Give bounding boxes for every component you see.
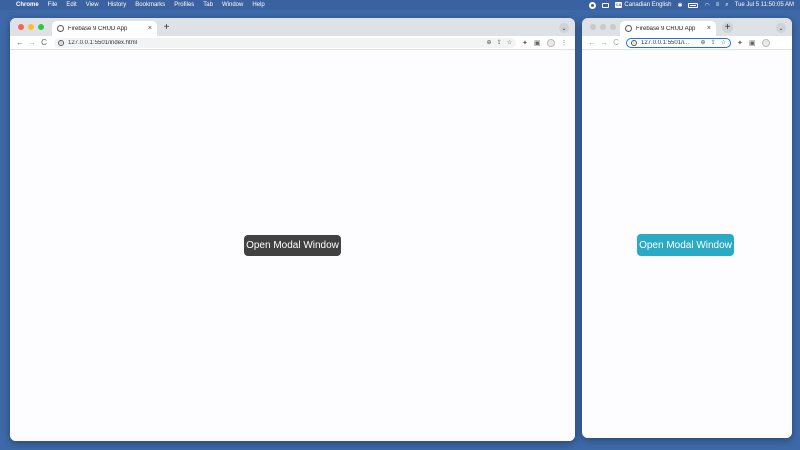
side-panel-icon[interactable]: ▣: [534, 39, 541, 47]
page-viewport: Open Modal Window: [582, 50, 792, 438]
tab-strip: Firebase 9 CRUD App × + ⌄: [582, 18, 792, 36]
side-panel-icon[interactable]: ▣: [749, 39, 756, 47]
browser-window-right: Firebase 9 CRUD App × + ⌄ ← → C i 127.0.…: [582, 18, 792, 438]
keyboard-layout-label: Canadian English: [624, 2, 672, 8]
site-info-icon[interactable]: i: [58, 39, 64, 46]
menu-bar-clock[interactable]: Tue Jul 5 11:50:05 AM: [735, 2, 794, 8]
page-viewport: Open Modal Window: [10, 50, 575, 441]
menu-window[interactable]: Window: [222, 2, 243, 8]
url-text[interactable]: 127.0.0.1:5501/i...: [641, 40, 696, 46]
spotlight-search-icon[interactable]: ⌕: [725, 2, 728, 9]
site-info-icon[interactable]: i: [631, 39, 637, 46]
profile-avatar[interactable]: [761, 38, 770, 47]
forward-button[interactable]: →: [26, 38, 38, 47]
tab-title: Firebase 9 CRUD App: [636, 25, 696, 32]
address-bar[interactable]: i 127.0.0.1:5501/index.html ⊕ ⇪ ☆: [54, 37, 516, 48]
bookmark-star-icon[interactable]: ☆: [507, 39, 512, 46]
keyboard-layout-badge: CA: [614, 2, 623, 8]
menu-profiles[interactable]: Profiles: [174, 2, 194, 8]
minimize-window-button[interactable]: [28, 24, 34, 30]
wifi-icon[interactable]: ◠: [704, 2, 709, 9]
menu-chrome[interactable]: Chrome: [16, 2, 39, 8]
menu-view[interactable]: View: [86, 2, 99, 8]
macos-menu-bar: Chrome File Edit View History Bookmarks …: [0, 0, 800, 10]
menu-edit[interactable]: Edit: [66, 2, 76, 8]
new-tab-button[interactable]: +: [161, 22, 172, 33]
menu-bar-status-area: CA Canadian English ✱ ◠ ≡ ⌕ Tue Jul 5 11:…: [588, 0, 794, 10]
profile-avatar[interactable]: [546, 38, 555, 47]
zoom-icon[interactable]: ⊕: [701, 39, 706, 46]
close-window-button[interactable]: [590, 24, 596, 30]
back-button[interactable]: ←: [586, 38, 598, 47]
globe-icon: [57, 25, 64, 32]
back-button[interactable]: ←: [14, 38, 26, 47]
globe-icon: [625, 25, 632, 32]
forward-button[interactable]: →: [598, 38, 610, 47]
window-controls: [18, 24, 44, 30]
browser-window-left: Firebase 9 CRUD App × + ⌄ ← → C i 127.0.…: [10, 18, 575, 441]
menu-help[interactable]: Help: [252, 2, 264, 8]
reload-button[interactable]: C: [38, 38, 50, 47]
menu-tab[interactable]: Tab: [203, 2, 213, 8]
share-icon[interactable]: ⇪: [497, 39, 502, 46]
captions-icon[interactable]: [601, 2, 609, 8]
menu-bookmarks[interactable]: Bookmarks: [135, 2, 165, 8]
close-tab-icon[interactable]: ×: [707, 25, 711, 32]
screen-record-icon[interactable]: [588, 1, 596, 9]
zoom-icon[interactable]: ⊕: [487, 39, 492, 46]
zoom-window-button[interactable]: [610, 24, 616, 30]
url-text[interactable]: 127.0.0.1:5501/index.html: [68, 40, 482, 46]
bookmark-star-icon[interactable]: ☆: [721, 39, 726, 46]
battery-icon[interactable]: [688, 2, 699, 8]
bluetooth-icon[interactable]: ✱: [677, 2, 682, 9]
tab-search-button[interactable]: ⌄: [776, 23, 786, 33]
extensions-icon[interactable]: ✦: [737, 39, 743, 47]
open-modal-button[interactable]: Open Modal Window: [637, 234, 734, 256]
tab-strip: Firebase 9 CRUD App × + ⌄: [10, 18, 575, 36]
keyboard-input-menu[interactable]: CA Canadian English: [614, 2, 672, 8]
reload-button[interactable]: C: [610, 38, 622, 47]
more-menu-icon[interactable]: ⋮: [561, 39, 568, 47]
control-center-icon[interactable]: ≡: [716, 2, 720, 8]
address-bar[interactable]: i 127.0.0.1:5501/i... ⊕ ⇪ ☆: [626, 37, 731, 48]
tab-title: Firebase 9 CRUD App: [68, 25, 128, 32]
menu-history[interactable]: History: [108, 2, 127, 8]
browser-tab[interactable]: Firebase 9 CRUD App ×: [620, 21, 716, 36]
browser-tab[interactable]: Firebase 9 CRUD App ×: [52, 21, 157, 36]
browser-toolbar: ← → C i 127.0.0.1:5501/index.html ⊕ ⇪ ☆ …: [10, 36, 575, 50]
window-controls: [590, 24, 616, 30]
tab-search-button[interactable]: ⌄: [559, 23, 569, 33]
open-modal-button[interactable]: Open Modal Window: [244, 235, 341, 256]
close-tab-icon[interactable]: ×: [148, 25, 152, 32]
menu-file[interactable]: File: [48, 2, 58, 8]
close-window-button[interactable]: [18, 24, 24, 30]
browser-toolbar: ← → C i 127.0.0.1:5501/i... ⊕ ⇪ ☆ ✦ ▣: [582, 36, 792, 50]
minimize-window-button[interactable]: [600, 24, 606, 30]
extensions-icon[interactable]: ✦: [522, 39, 528, 47]
share-icon[interactable]: ⇪: [711, 39, 716, 46]
new-tab-button[interactable]: +: [722, 22, 733, 33]
zoom-window-button[interactable]: [38, 24, 44, 30]
